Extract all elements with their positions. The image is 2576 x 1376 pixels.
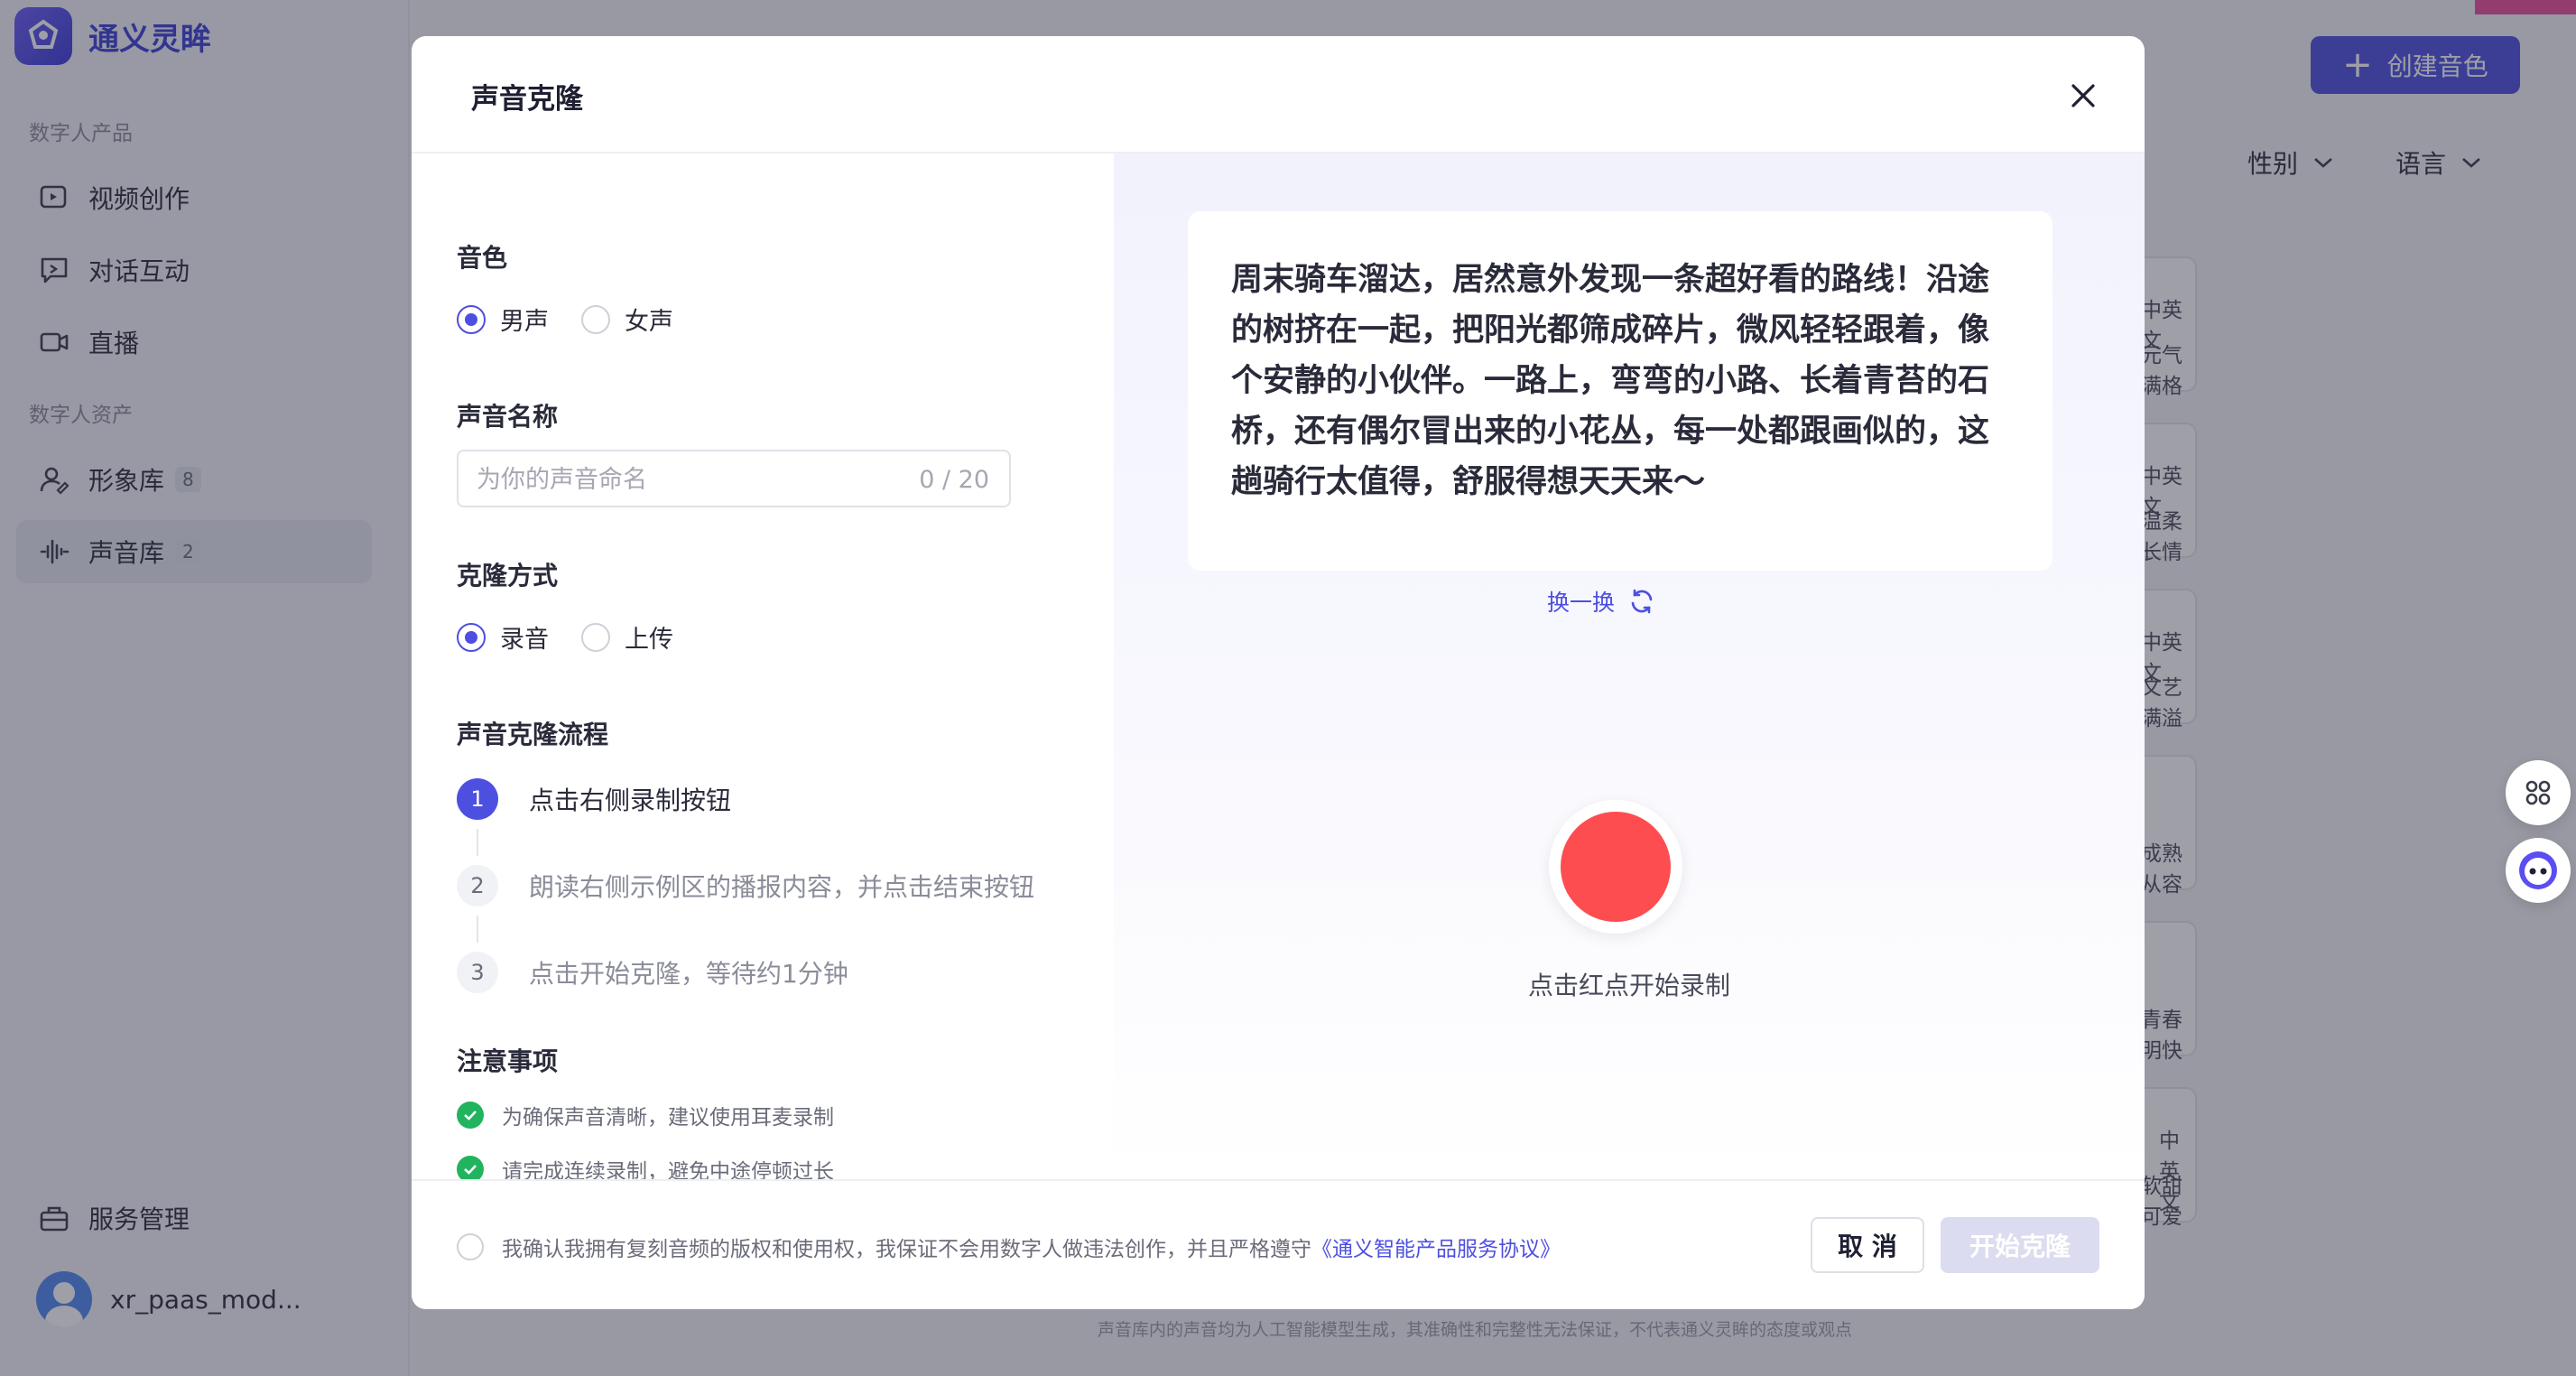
agreement-text: 我确认我拥有复刻音频的版权和使用权，我保证不会用数字人做违法创作，并且严格遵守 — [502, 1238, 1311, 1261]
char-counter: 0 / 20 — [919, 466, 989, 494]
radio-male-label[interactable]: 男声 — [500, 302, 549, 337]
radio-record-label[interactable]: 录音 — [500, 619, 549, 655]
step-number: 1 — [457, 778, 498, 820]
agreement-link[interactable]: 《通义智能产品服务协议》 — [1311, 1232, 1561, 1262]
close-icon — [2071, 84, 2095, 107]
voice-name-field[interactable]: 0 / 20 — [457, 450, 1011, 507]
timbre-radio-group: 男声 女声 — [457, 302, 673, 337]
radio-female[interactable] — [581, 304, 610, 334]
step-text: 朗读右侧示例区的播报内容，并点击结束按钮 — [529, 872, 1035, 902]
step-number: 2 — [457, 865, 498, 906]
note-item: 为确保声音清晰，建议使用耳麦录制 — [457, 1100, 834, 1130]
radio-record[interactable] — [457, 622, 486, 652]
process-step: 3 点击开始克隆，等待约1分钟 — [457, 952, 848, 993]
radio-female-label[interactable]: 女声 — [625, 302, 673, 337]
refresh-icon — [1631, 589, 1653, 614]
step-text: 点击开始克隆，等待约1分钟 — [529, 959, 848, 989]
step-text: 点击右侧录制按钮 — [529, 786, 732, 815]
assistant-robot-icon — [2519, 851, 2557, 889]
clone-method-label: 克隆方式 — [457, 561, 559, 590]
check-circle-icon — [457, 1102, 484, 1129]
radio-upload[interactable] — [581, 622, 610, 652]
process-step: 1 点击右侧录制按钮 — [457, 778, 731, 820]
agreement-checkbox-row[interactable]: 我确认我拥有复刻音频的版权和使用权，我保证不会用数字人做违法创作，并且严格遵守 … — [457, 1232, 1561, 1262]
start-clone-button[interactable]: 开始克隆 — [1941, 1217, 2099, 1273]
refresh-sample-button[interactable]: 换一换 — [1547, 585, 1656, 618]
dialog-header: 声音克隆 — [412, 36, 2145, 153]
apps-grid-icon — [2525, 780, 2551, 805]
recording-panel: 周末骑车溜达，居然意外发现一条超好看的路线！沿途的树挤在一起，把阳光都筛成碎片，… — [1114, 153, 2145, 1179]
process-label: 声音克隆流程 — [457, 720, 609, 749]
voice-name-input[interactable] — [477, 462, 856, 497]
dialog-title: 声音克隆 — [471, 83, 583, 116]
step-number: 3 — [457, 952, 498, 993]
agreement-checkbox[interactable] — [457, 1233, 484, 1260]
timbre-label: 音色 — [457, 243, 508, 273]
app-root: 通义灵眸 数字人产品 视频创作 对话互动 直播 数字人资产 形象库 8 声音库 … — [0, 0, 2576, 1376]
method-radio-group: 录音 上传 — [457, 619, 673, 655]
voice-clone-dialog: 声音克隆 音色 男声 女声 声音名称 0 / 20 克隆方式 录音 — [412, 36, 2145, 1309]
clone-settings-panel: 音色 男声 女声 声音名称 0 / 20 克隆方式 录音 上传 声音 — [412, 153, 1114, 1184]
record-hint: 点击红点开始录制 — [1527, 971, 1730, 1000]
step-connector — [477, 916, 478, 943]
notes-label: 注意事项 — [457, 1046, 559, 1076]
radio-upload-label[interactable]: 上传 — [625, 619, 673, 655]
assistant-float-button[interactable] — [2506, 838, 2571, 903]
process-step: 2 朗读右侧示例区的播报内容，并点击结束按钮 — [457, 865, 1034, 906]
sample-text-box: 周末骑车溜达，居然意外发现一条超好看的路线！沿途的树挤在一起，把阳光都筛成碎片，… — [1188, 211, 2052, 571]
record-button[interactable] — [1549, 800, 1682, 934]
dialog-footer: 我确认我拥有复刻音频的版权和使用权，我保证不会用数字人做违法创作，并且严格遵守 … — [412, 1179, 2145, 1309]
refresh-label: 换一换 — [1547, 590, 1616, 616]
radio-male[interactable] — [457, 304, 486, 334]
record-dot-icon — [1561, 812, 1671, 922]
voice-name-label: 声音名称 — [457, 402, 559, 432]
apps-float-button[interactable] — [2506, 760, 2571, 825]
close-button[interactable] — [2063, 76, 2103, 116]
step-connector — [477, 829, 478, 856]
note-text: 为确保声音清晰，建议使用耳麦录制 — [502, 1106, 834, 1130]
sample-text: 周末骑车溜达，居然意外发现一条超好看的路线！沿途的树挤在一起，把阳光都筛成碎片，… — [1231, 262, 1990, 500]
cancel-button[interactable]: 取 消 — [1811, 1217, 1924, 1273]
